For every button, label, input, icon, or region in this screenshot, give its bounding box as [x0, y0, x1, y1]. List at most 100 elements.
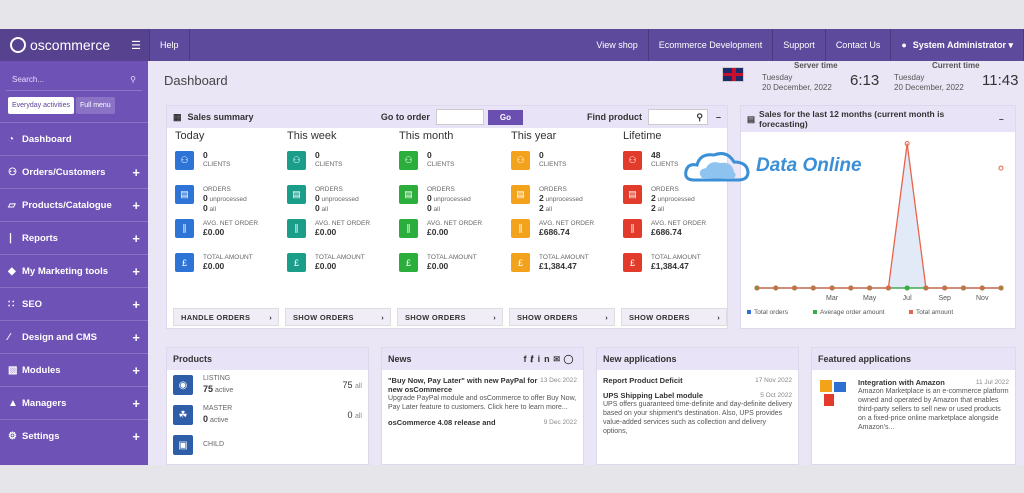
list-item[interactable]: osCommerce 4.08 release and 9 Dec 2022: [382, 412, 583, 427]
sidebar-item-managers[interactable]: ▲ Managers +: [0, 386, 148, 419]
sales-column: This year ⚇ 0 CLIENTS ▤ ORDERS 2 unprocessed 2 …: [507, 130, 619, 284]
unprocessed-count: 0: [315, 193, 320, 203]
support-link[interactable]: Support: [773, 29, 826, 61]
list-item[interactable]: "Buy Now, Pay Later" with new PayPal for…: [382, 370, 583, 412]
expand-icon[interactable]: +: [132, 297, 140, 312]
stat-row: £ TOTAL AMOUNT £0.00: [171, 250, 283, 284]
linkedin-icon[interactable]: in: [538, 354, 554, 364]
view-shop-link[interactable]: View shop: [586, 29, 649, 61]
avg-order-label: AVG. NET ORDER: [427, 220, 483, 227]
github-icon[interactable]: ◯: [564, 354, 577, 364]
search-icon[interactable]: ⚲: [130, 75, 136, 84]
sidebar-item-modules[interactable]: ▧ Modules +: [0, 353, 148, 386]
social-icons[interactable]: f𝒕in✉◯: [524, 354, 577, 365]
eye-icon: ◉: [173, 375, 193, 395]
sidebar-item-orders-customers[interactable]: ⚇ Orders/Customers +: [0, 155, 148, 188]
chevron-right-icon: ›: [269, 312, 272, 322]
orders-icon: ▤: [287, 185, 306, 204]
search-icon[interactable]: ⚲: [696, 112, 703, 123]
server-time-value: 6:13: [850, 72, 880, 89]
twitter-icon[interactable]: 𝒕: [531, 354, 538, 364]
stat-row: ⚇ 0 CLIENTS: [171, 148, 283, 182]
user-menu[interactable]: ● System Administrator ▾: [891, 29, 1024, 61]
go-button[interactable]: Go: [487, 109, 523, 125]
orders-label: ORDERS: [203, 186, 231, 193]
expand-icon[interactable]: +: [132, 231, 140, 246]
mail-icon[interactable]: ✉: [554, 354, 564, 364]
collapse-icon[interactable]: –: [716, 112, 721, 122]
ecommerce-development-link[interactable]: Ecommerce Development: [649, 29, 774, 61]
list-item[interactable]: ☘ MASTER 0 active 0 all: [167, 400, 368, 430]
sidebar-item-design-and-cms[interactable]: ∕ Design and CMS +: [0, 320, 148, 353]
product-count: 0: [203, 414, 209, 424]
featured-item[interactable]: Integration with Amazon 11 Jul 2022 Amazo…: [848, 378, 1009, 432]
expand-icon[interactable]: +: [132, 264, 140, 279]
expand-icon[interactable]: +: [132, 165, 140, 180]
sidebar-item-label: SEO: [22, 298, 43, 310]
show-orders-button[interactable]: SHOW ORDERS ›: [509, 308, 615, 326]
sidebar-item-seo[interactable]: ∷ SEO +: [0, 287, 148, 320]
news-title: News: [388, 354, 412, 364]
tab-full-menu[interactable]: Full menu: [75, 97, 115, 114]
legend-label: Average order amount: [820, 309, 885, 316]
uk-flag-icon[interactable]: [722, 67, 744, 82]
total-amount-label: TOTAL AMOUNT: [427, 254, 477, 261]
avg-order-label: AVG. NET ORDER: [539, 220, 595, 227]
avg-order-value: £0.00: [315, 227, 337, 237]
expand-icon[interactable]: +: [132, 429, 140, 444]
item-date: 13 Dec 2022: [540, 377, 577, 384]
expand-icon[interactable]: +: [132, 330, 140, 345]
all-label: all: [321, 206, 329, 213]
show-orders-button[interactable]: SHOW ORDERS ›: [285, 308, 391, 326]
sidebar-item-dashboard[interactable]: ◔ Dashboard: [0, 122, 148, 155]
total-amount-label: TOTAL AMOUNT: [651, 254, 701, 261]
find-product-input[interactable]: ⚲: [647, 109, 708, 125]
chevron-right-icon: ›: [493, 312, 496, 322]
expand-icon[interactable]: +: [132, 198, 140, 213]
list-item[interactable]: Report Product Deficit 17 Nov 2022: [597, 370, 798, 385]
unprocessed-count: 0: [427, 193, 432, 203]
clients-icon: ⚇: [287, 151, 306, 170]
amazon-app-icon[interactable]: [818, 378, 848, 408]
go-to-order-label: Go to order: [380, 112, 430, 122]
product-total: 0 all: [347, 410, 362, 420]
clients-label: CLIENTS: [651, 161, 679, 168]
item-title: UPS Shipping Label module: [603, 391, 704, 400]
sidebar-item-label: My Marketing tools: [22, 265, 109, 277]
logo[interactable]: oscommerce ☰: [0, 29, 150, 61]
list-item[interactable]: ▣ CHILD: [167, 430, 368, 460]
show-orders-button[interactable]: SHOW ORDERS ›: [397, 308, 503, 326]
clients-count: 48: [651, 150, 661, 160]
all-label: all: [545, 206, 553, 213]
list-item[interactable]: UPS Shipping Label module 5 Oct 2022 UPS o…: [597, 385, 798, 436]
expand-icon[interactable]: +: [132, 396, 140, 411]
data-point: [904, 285, 910, 291]
avg-order-icon: ∥: [623, 219, 642, 238]
collapse-icon[interactable]: –: [999, 114, 1004, 124]
tab-everyday-activities[interactable]: Everyday activities: [8, 97, 74, 114]
sidebar-item-settings[interactable]: ⚙ Settings +: [0, 419, 148, 452]
sidebar-item-my-marketing-tools[interactable]: ◆ My Marketing tools +: [0, 254, 148, 287]
order-number-input[interactable]: [435, 109, 484, 125]
sidebar-item-products-catalogue[interactable]: ▱ Products/Catalogue +: [0, 188, 148, 221]
stat-row: ∥ AVG. NET ORDER £686.74: [619, 216, 731, 250]
facebook-icon[interactable]: f: [524, 354, 531, 364]
clients-count: 0: [315, 150, 320, 160]
handle-orders-button[interactable]: HANDLE ORDERS ›: [173, 308, 279, 326]
help-link[interactable]: Help: [150, 29, 190, 61]
stat-row: £ TOTAL AMOUNT £1,384.47: [507, 250, 619, 284]
puzzle-icon: ▧: [8, 364, 18, 376]
show-orders-button[interactable]: SHOW ORDERS ›: [621, 308, 727, 326]
search-input[interactable]: Search... ⚲: [6, 69, 142, 91]
featured-item-title: Integration with Amazon: [858, 378, 945, 387]
expand-icon[interactable]: +: [132, 363, 140, 378]
list-item[interactable]: ◉ LISTING 75 active 75 all: [167, 370, 368, 400]
server-time: Server time Tuesday 20 December, 2022 6:1…: [762, 61, 882, 99]
contact-link[interactable]: Contact Us: [826, 29, 892, 61]
chart-icon: ▤: [747, 114, 756, 124]
hamburger-icon[interactable]: ☰: [131, 39, 141, 52]
unprocessed-label: unprocessed: [321, 196, 359, 203]
sidebar-item-reports[interactable]: ∣ Reports +: [0, 221, 148, 254]
avg-order-value: £0.00: [203, 227, 225, 237]
cogs-icon: ⚙: [8, 430, 17, 442]
